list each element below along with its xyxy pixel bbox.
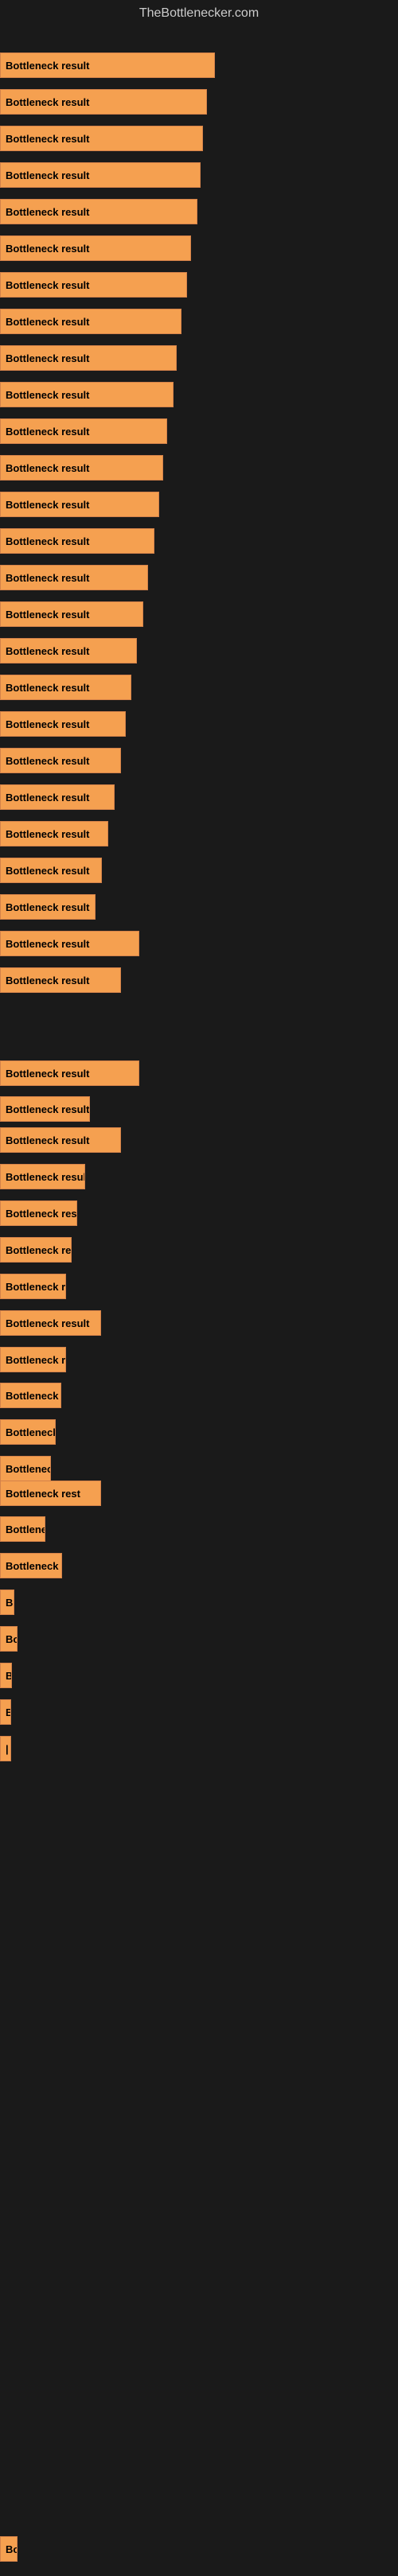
- bar-label: Bottleneck result: [6, 96, 89, 108]
- bottleneck-bar: Bottleneck result: [0, 418, 167, 444]
- bottleneck-bar: Bottleneck result: [0, 1096, 90, 1122]
- bottleneck-bar: Bottleneck result: [0, 565, 148, 590]
- bottleneck-bar: Bottleneck result: [0, 162, 201, 188]
- bar-label: Bottleneck result: [6, 352, 89, 364]
- bottleneck-bar: Bo: [0, 2536, 18, 2562]
- bottleneck-bar: Bottleneck result: [0, 1383, 61, 1408]
- bar-label: Bo: [6, 2543, 18, 2555]
- site-title: TheBottlenecker.com: [0, 0, 398, 30]
- bar-label: |: [6, 1743, 9, 1755]
- bottleneck-bar: Bottleneck result: [0, 711, 126, 737]
- bar-label: Bottleneck result: [6, 535, 89, 547]
- bar-label: B: [6, 1670, 12, 1682]
- bar-label: Bottleneck result: [6, 169, 89, 181]
- bar-label: Bottleneck result: [6, 865, 89, 877]
- bottleneck-bar: Bottleneck result: [0, 1237, 72, 1263]
- bottleneck-bar: Bottleneck result: [0, 1310, 101, 1336]
- bottleneck-bar: Bottleneck result: [0, 1347, 66, 1372]
- bar-label: Bottleneck result: [6, 572, 89, 584]
- bar-label: Bottleneck result: [6, 60, 89, 72]
- bottleneck-bar: Bottleneck result: [0, 1164, 85, 1189]
- bar-label: Bottleneck result: [6, 792, 89, 804]
- bar-label: Bottleneck result: [6, 975, 89, 986]
- bottleneck-bar: B: [0, 1663, 12, 1688]
- bar-label: Bottleneck result: [6, 279, 89, 291]
- bottleneck-bar: Bottleneck result: [0, 821, 108, 846]
- bottleneck-bar: Bottleneck result: [0, 784, 115, 810]
- bottleneck-bar: Bottleneck result: [0, 601, 143, 627]
- bar-label: Bottleneck result: [6, 609, 89, 621]
- bar-label: Bottleneck result: [6, 1354, 66, 1366]
- bottleneck-bar: Bottleneck r: [0, 1553, 62, 1578]
- bar-label: Bottleneck result: [6, 1103, 89, 1115]
- bar-label: Bo: [6, 1633, 18, 1645]
- bar-label: Bottleneck result: [6, 1171, 85, 1183]
- bar-label: Bottleneck result: [6, 499, 89, 511]
- bottleneck-bar: Bottleneck result: [0, 126, 203, 151]
- bottleneck-bar: |: [0, 1736, 11, 1761]
- bottleneck-bar: Bottleneck result: [0, 455, 163, 481]
- bar-label: Bottleneck result: [6, 462, 89, 474]
- bar-label: Bottleneck r: [6, 1560, 62, 1572]
- bar-label: Bottleneck result: [6, 1523, 45, 1535]
- bar-label: Bottleneck result: [6, 389, 89, 401]
- bottleneck-bar: Bottleneck result: [0, 931, 139, 956]
- bar-label: Bottleneck rest: [6, 1488, 80, 1500]
- bottleneck-bar: Bottleneck result: [0, 382, 174, 407]
- bottleneck-bar: Bottleneck result: [0, 894, 96, 920]
- bar-label: Bottleneck result: [6, 682, 89, 694]
- bar-label: Bottleneck result: [6, 1426, 56, 1438]
- bottleneck-bar: Bottleneck result: [0, 1127, 121, 1153]
- bottleneck-bar: Bottleneck result: [0, 528, 154, 554]
- bar-label: Bottleneck result: [6, 828, 89, 840]
- bottleneck-bar: Bottleneck result: [0, 1274, 66, 1299]
- bottleneck-bar: Bottleneck result: [0, 89, 207, 115]
- bottleneck-bar: Bottleneck result: [0, 858, 102, 883]
- bar-label: Bottleneck result: [6, 645, 89, 657]
- bar-label: Bottleneck result: [6, 938, 89, 950]
- bar-label: Bottleneck result: [6, 1463, 51, 1475]
- bottleneck-bar: Bottleneck result: [0, 272, 187, 298]
- bar-label: Bottleneck result: [6, 243, 89, 255]
- bar-label: Bottleneck result: [6, 755, 89, 767]
- bar-label: Bottleneck result: [6, 1068, 89, 1080]
- bottleneck-bar: Bottleneck result: [0, 53, 215, 78]
- bar-label: Bottleneck result: [6, 1208, 77, 1220]
- bar-label: Bottleneck result: [6, 1390, 61, 1402]
- bar-label: B: [6, 1706, 11, 1718]
- bar-label: Bottleneck result: [6, 718, 89, 730]
- bar-label: Bottleneck result: [6, 426, 89, 438]
- bottleneck-bar: Bottleneck result: [0, 1200, 77, 1226]
- bottleneck-bar: Bottleneck result: [0, 1060, 139, 1086]
- bottleneck-bar: Bottleneck result: [0, 748, 121, 773]
- bottleneck-bar: B: [0, 1699, 11, 1725]
- bar-label: Bottleneck result: [6, 1134, 89, 1146]
- bottleneck-bar: Bottleneck result: [0, 675, 131, 700]
- bar-label: Bottleneck result: [6, 206, 89, 218]
- bottleneck-bar: B: [0, 1590, 14, 1615]
- bottleneck-bar: Bottleneck result: [0, 1419, 56, 1445]
- bottleneck-bar: Bottleneck result: [0, 345, 177, 371]
- bottleneck-bar: Bottleneck rest: [0, 1481, 101, 1506]
- bottleneck-bar: Bottleneck result: [0, 309, 181, 334]
- bottleneck-bar: Bottleneck result: [0, 199, 197, 224]
- bottleneck-bar: Bottleneck result: [0, 492, 159, 517]
- bar-label: Bottleneck result: [6, 1281, 66, 1293]
- bar-label: B: [6, 1597, 13, 1609]
- bar-label: Bottleneck result: [6, 901, 89, 913]
- bar-label: Bottleneck result: [6, 1244, 72, 1256]
- bar-label: Bottleneck result: [6, 316, 89, 328]
- bottleneck-bar: Bottleneck result: [0, 1456, 51, 1481]
- bar-label: Bottleneck result: [6, 1317, 89, 1329]
- bottleneck-bar: Bottleneck result: [0, 967, 121, 993]
- bottleneck-bar: Bottleneck result: [0, 1516, 45, 1542]
- bottleneck-bar: Bottleneck result: [0, 235, 191, 261]
- bottleneck-bar: Bo: [0, 1626, 18, 1652]
- bottleneck-bar: Bottleneck result: [0, 638, 137, 663]
- bar-label: Bottleneck result: [6, 133, 89, 145]
